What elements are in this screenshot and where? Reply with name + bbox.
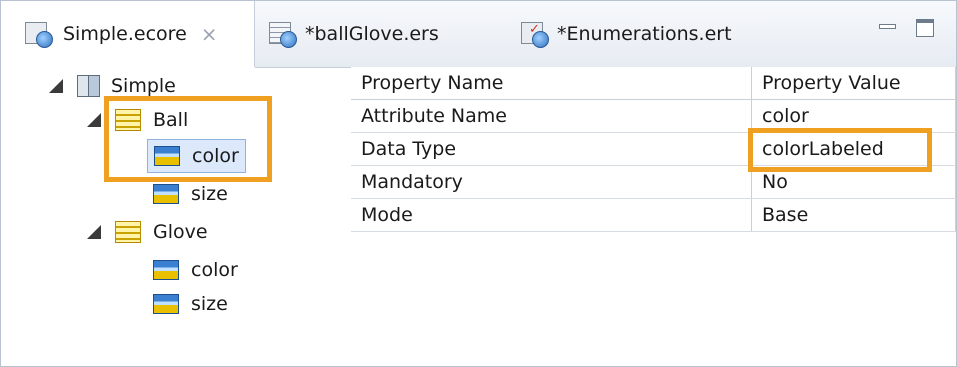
property-name-cell: Attribute Name	[351, 99, 752, 133]
tab-enumerations-ert[interactable]: ✓ *Enumerations.ert	[511, 1, 732, 67]
tree-item-glove[interactable]: Glove	[87, 215, 208, 249]
tab-label: Simple.ecore	[63, 23, 187, 45]
attribute-icon	[153, 294, 179, 314]
close-icon[interactable]: ⨯	[201, 22, 218, 46]
tab-label: *ballGlove.ers	[305, 23, 439, 45]
ers-table-icon	[267, 20, 297, 48]
highlight-box-ball-color	[104, 96, 272, 182]
ecore-model-icon	[23, 20, 53, 48]
column-header-property-value[interactable]: Property Value	[751, 67, 956, 100]
tree-label: color	[191, 259, 238, 281]
editor-tab-bar: Simple.ecore ⨯ *ballGlove.ers ✓ *Enumera…	[1, 1, 956, 68]
tab-ballglove-ers[interactable]: *ballGlove.ers	[259, 1, 439, 67]
editor-frame: Simple.ecore ⨯ *ballGlove.ers ✓ *Enumera…	[0, 0, 957, 367]
property-value-cell[interactable]: Base	[751, 198, 956, 232]
tab-label: *Enumerations.ert	[557, 23, 732, 45]
tree-item-glove-size[interactable]: size	[153, 287, 228, 321]
tree-label: size	[191, 293, 228, 315]
package-icon	[77, 75, 101, 97]
attribute-icon	[153, 260, 179, 280]
highlight-box-data-type	[748, 128, 932, 172]
tree-item-ball-size[interactable]: size	[153, 177, 228, 211]
tree-label: size	[191, 183, 228, 205]
property-name-cell: Mandatory	[351, 165, 752, 199]
tab-simple-ecore[interactable]: Simple.ecore ⨯	[1, 1, 255, 67]
tree-label: Simple	[111, 75, 176, 97]
class-icon	[115, 221, 141, 243]
expand-arrow-icon[interactable]	[87, 225, 101, 239]
ert-template-icon: ✓	[519, 20, 549, 48]
property-name-cell: Mode	[351, 198, 752, 232]
property-name-cell: Data Type	[351, 132, 752, 166]
maximize-icon[interactable]	[916, 19, 934, 37]
table-row[interactable]: Mode Base	[351, 198, 956, 232]
tree-item-glove-color[interactable]: color	[153, 253, 238, 287]
expand-arrow-icon[interactable]	[87, 113, 101, 127]
column-header-property-name[interactable]: Property Name	[351, 67, 752, 100]
tree-label: Glove	[153, 221, 208, 243]
table-header-row: Property Name Property Value	[351, 67, 956, 100]
minimize-icon[interactable]	[876, 17, 898, 39]
attribute-icon	[153, 184, 179, 204]
expand-arrow-icon[interactable]	[49, 79, 63, 93]
